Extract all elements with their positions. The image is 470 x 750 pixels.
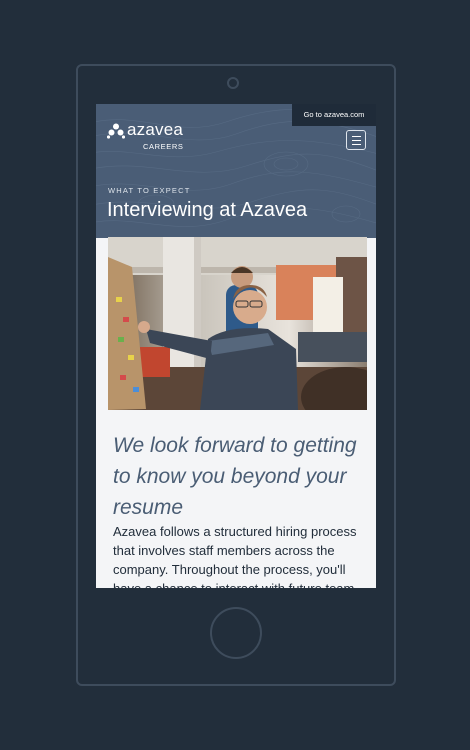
go-to-azavea-link[interactable]: Go to azavea.com xyxy=(292,104,376,126)
page-title: Interviewing at Azavea xyxy=(107,199,308,221)
hero-header: Go to azavea.com azavea CAREERS WHAT TO … xyxy=(96,104,376,238)
logo-subtitle: CAREERS xyxy=(143,142,184,151)
section-subheading: We look forward to getting to know you b… xyxy=(113,434,357,519)
hero-eyebrow: WHAT TO EXPECT xyxy=(108,186,191,195)
menu-button[interactable] xyxy=(346,130,366,150)
camera-icon xyxy=(227,77,239,89)
hamburger-menu-icon xyxy=(352,144,361,145)
azavea-logo-icon xyxy=(107,123,125,139)
azavea-careers-logo[interactable]: azavea CAREERS xyxy=(107,120,197,156)
phone-screen: Go to azavea.com azavea CAREERS WHAT TO … xyxy=(96,104,376,588)
hamburger-menu-icon xyxy=(352,136,361,137)
hamburger-menu-icon xyxy=(352,140,361,141)
home-button[interactable] xyxy=(210,607,262,659)
interview-photo xyxy=(108,237,367,410)
intro-paragraph: Azavea follows a structured hiring proce… xyxy=(113,524,357,588)
logo-wordmark: azavea xyxy=(127,120,184,139)
